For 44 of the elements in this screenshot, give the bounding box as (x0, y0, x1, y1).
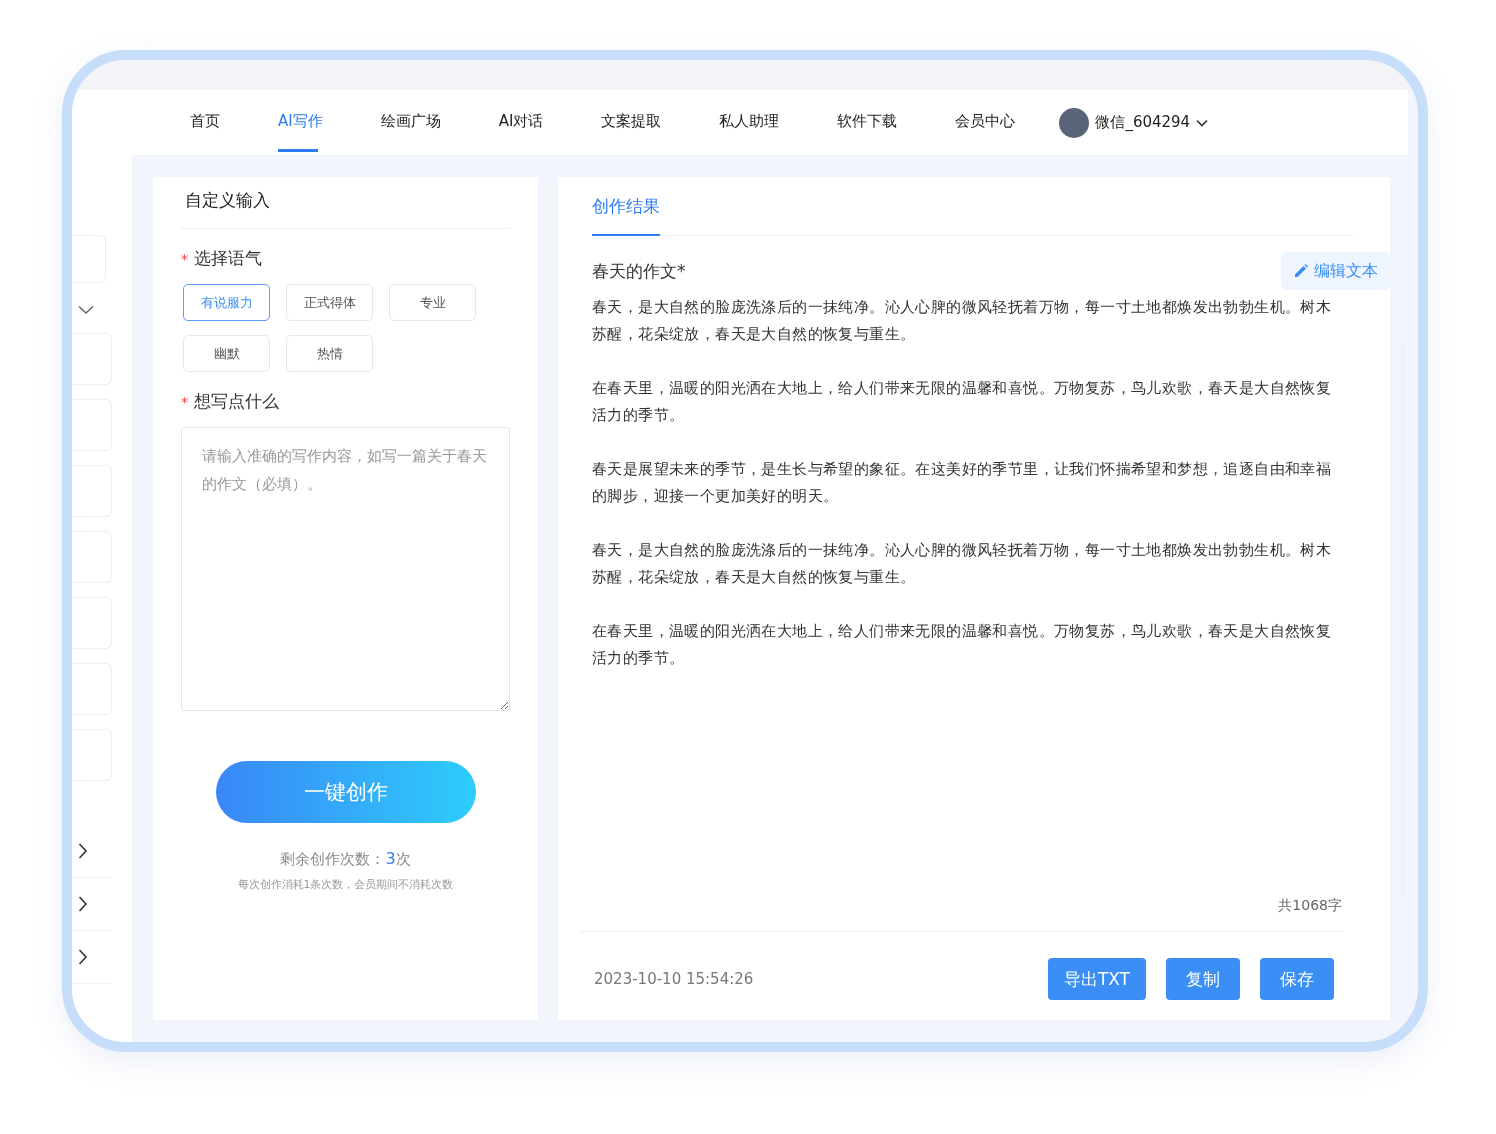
document-title: 春天的作文* (592, 259, 686, 283)
paragraph: 春天是展望未来的季节，是生长与希望的象征。在这美好的季节里，让我们怀揣希望和梦想，追逐自由和幸福的脚步，迎接一个更加美好的明天。 (592, 459, 1333, 507)
sidebar-card[interactable] (72, 465, 112, 517)
sidebar-card[interactable] (72, 235, 106, 283)
chevron-right-icon[interactable] (78, 949, 88, 965)
field-label: 选择语气 (194, 247, 262, 270)
paragraph: 在春天里，温暖的阳光洒在大地上，给人们带来无限的温馨和喜悦。万物复苏，鸟儿欢歌，春天是大自然恢复活力的季节。 (592, 378, 1333, 426)
avatar-icon (1059, 107, 1090, 138)
timestamp: 2023-10-10 15:54:26 (594, 970, 754, 988)
user-name[interactable]: 微信_604294 (1095, 113, 1191, 132)
remaining-count: 剩余创作次数：3次 (280, 849, 411, 869)
nav-tab[interactable]: AI对话 (498, 90, 544, 155)
chevron-down-icon[interactable] (78, 305, 94, 315)
result-tab[interactable]: 创作结果 (592, 195, 660, 236)
paragraph: 春天，是大自然的脸庞洗涤后的一抹纯净。沁人心脾的微风轻抚着万物，每一寸土地都焕发出勃勃生机。树木苏醒，花朵绽放，春天是大自然的恢复与重生。 (592, 297, 1333, 345)
sidebar-card[interactable] (72, 531, 112, 583)
tone-option[interactable]: 正式得体 (286, 284, 373, 321)
nav-tab[interactable]: 软件下载 (837, 90, 898, 155)
nav-tab[interactable]: 绘画广场 (380, 90, 441, 155)
sidebar-card[interactable] (72, 663, 112, 715)
field-label: 想写点什么 (194, 390, 279, 413)
nav-tab[interactable]: 首页 (190, 90, 220, 155)
tone-option[interactable]: 专业 (389, 284, 476, 321)
word-count: 共1068字 (1278, 897, 1342, 915)
sidebar-card[interactable] (72, 333, 112, 385)
chevron-right-icon[interactable] (78, 843, 88, 859)
required-mark: * (181, 250, 188, 267)
usage-note: 每次创作消耗1条次数，会员期间不消耗次数 (237, 877, 454, 892)
nav-tab[interactable]: 文案提取 (601, 90, 662, 155)
tone-option[interactable]: 热情 (286, 335, 373, 372)
tone-option[interactable]: 幽默 (183, 335, 270, 372)
paragraph: 春天，是大自然的脸庞洗涤后的一抹纯净。沁人心脾的微风轻抚着万物，每一寸土地都焕发出勃勃生机。树木苏醒，花朵绽放，春天是大自然的恢复与重生。 (592, 540, 1333, 588)
content-field[interactable]: 请输入准确的写作内容，如写一篇关于春天的作文（必填）。 (181, 427, 510, 711)
sidebar-card[interactable] (72, 729, 112, 781)
nav-tab[interactable]: 会员中心 (955, 90, 1016, 155)
required-mark: * (181, 393, 188, 410)
chevron-right-icon[interactable] (78, 896, 88, 912)
sidebar-card[interactable] (72, 597, 112, 649)
sidebar-card[interactable] (72, 399, 112, 451)
paragraph: 在春天里，温暖的阳光洒在大地上，给人们带来无限的温馨和喜悦。万物复苏，鸟儿欢歌，春天是大自然恢复活力的季节。 (592, 621, 1333, 669)
nav-tab[interactable]: 私人助理 (719, 90, 780, 155)
pencil-icon (1293, 263, 1309, 279)
caret-icon[interactable] (1196, 118, 1209, 127)
panel-title: 自定义输入 (181, 189, 510, 229)
